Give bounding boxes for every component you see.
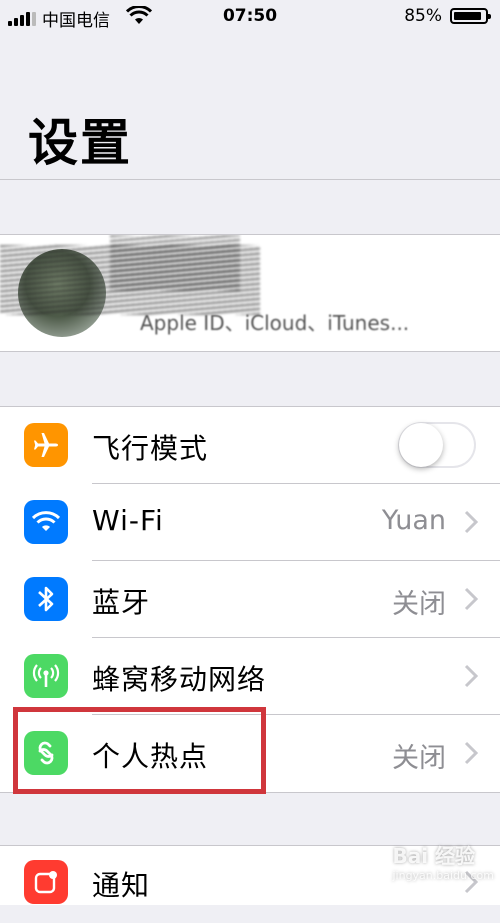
status-bar: 中国电信 07:50 85% bbox=[0, 0, 500, 34]
setting-label: 飞行模式 bbox=[92, 432, 209, 465]
wifi-icon bbox=[24, 500, 68, 544]
setting-row-bluetooth[interactable]: 蓝牙 关闭 bbox=[0, 561, 500, 638]
setting-label: Wi-Fi bbox=[92, 504, 164, 537]
blur-smear bbox=[110, 235, 240, 291]
apple-id-profile[interactable]: Apple ID、iCloud、iTunes... bbox=[0, 234, 500, 352]
setting-label: 通知 bbox=[92, 869, 151, 902]
chevron-right-icon bbox=[464, 510, 478, 534]
watermark: Bai 经验 jingyan.baidu.com bbox=[392, 840, 494, 882]
setting-value: Yuan bbox=[381, 505, 446, 536]
airplane-icon bbox=[24, 423, 68, 467]
bluetooth-icon bbox=[24, 577, 68, 621]
chevron-right-icon bbox=[464, 664, 478, 688]
setting-row-airplane-mode[interactable]: 飞行模式 bbox=[0, 407, 500, 484]
setting-label: 蓝牙 bbox=[92, 586, 151, 619]
setting-row-cellular[interactable]: 蜂窝移动网络 bbox=[0, 638, 500, 715]
battery-percent: 85% bbox=[404, 6, 442, 26]
chevron-right-icon bbox=[464, 741, 478, 765]
watermark-text: Bai 经验 bbox=[392, 844, 476, 868]
setting-row-wifi[interactable]: Wi-Fi Yuan bbox=[0, 484, 500, 561]
battery-icon bbox=[450, 8, 491, 24]
airplane-mode-toggle[interactable] bbox=[398, 422, 476, 468]
page-title: 设置 bbox=[28, 114, 132, 172]
cellular-icon bbox=[24, 654, 68, 698]
setting-value: 关闭 bbox=[392, 743, 446, 774]
notifications-icon bbox=[24, 860, 68, 904]
setting-label: 蜂窝移动网络 bbox=[92, 663, 267, 696]
setting-value: 关闭 bbox=[392, 589, 446, 620]
highlight-annotation-box bbox=[13, 707, 266, 794]
profile-subtitle: Apple ID、iCloud、iTunes... bbox=[140, 311, 410, 335]
header-divider bbox=[0, 179, 500, 180]
watermark-url: jingyan.baidu.com bbox=[392, 869, 494, 882]
chevron-right-icon bbox=[464, 587, 478, 611]
